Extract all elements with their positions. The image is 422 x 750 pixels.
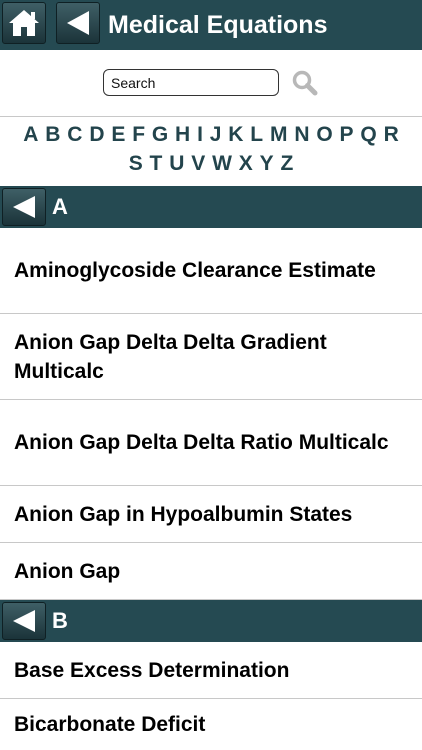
section-collapse-button[interactable] (2, 188, 46, 226)
section-collapse-button[interactable] (2, 602, 46, 640)
item-label: Anion Gap Delta Delta Gradient Multicalc (14, 330, 327, 383)
index-letter-e[interactable]: E (111, 123, 126, 147)
index-letter-f[interactable]: F (132, 123, 146, 147)
list-item[interactable]: Base Excess Determination (0, 642, 422, 699)
list-item[interactable]: Aminoglycoside Clearance Estimate (0, 228, 422, 314)
index-letter-j[interactable]: J (209, 123, 222, 147)
search-icon[interactable] (292, 70, 318, 96)
index-letter-h[interactable]: H (175, 123, 191, 147)
section-header-a: A (0, 186, 422, 228)
index-letter-d[interactable]: D (89, 123, 105, 147)
index-letter-b[interactable]: B (45, 123, 61, 147)
index-letter-z[interactable]: Z (280, 152, 294, 176)
list-item[interactable]: Anion Gap in Hypoalbumin States (0, 486, 422, 543)
item-label: Anion Gap Delta Delta Ratio Multicalc (14, 431, 389, 454)
list-item[interactable]: Bicarbonate Deficit (0, 699, 422, 750)
index-letter-k[interactable]: K (228, 123, 244, 147)
list-item[interactable]: Anion Gap Delta Delta Ratio Multicalc (0, 400, 422, 486)
item-label: Bicarbonate Deficit (14, 713, 206, 736)
list-item[interactable]: Anion Gap (0, 543, 422, 600)
page-title: Medical Equations (108, 11, 328, 39)
index-letter-g[interactable]: G (151, 123, 168, 147)
back-button[interactable] (56, 2, 100, 44)
section-letter: B (52, 608, 68, 633)
item-label: Anion Gap (14, 559, 121, 583)
index-letter-m[interactable]: M (269, 123, 288, 147)
index-letter-y[interactable]: Y (259, 152, 274, 176)
search-bar (0, 50, 422, 116)
index-letter-n[interactable]: N (294, 123, 310, 147)
top-nav-bar: Medical Equations (0, 0, 422, 50)
index-letter-s[interactable]: S (128, 152, 143, 176)
item-label: Anion Gap in Hypoalbumin States (14, 502, 353, 526)
item-label: Base Excess Determination (14, 658, 290, 682)
index-letter-q[interactable]: Q (360, 123, 377, 147)
index-letter-r[interactable]: R (383, 123, 399, 147)
index-letter-o[interactable]: O (316, 123, 333, 147)
index-letter-u[interactable]: U (169, 152, 185, 176)
index-letter-v[interactable]: V (191, 152, 206, 176)
index-letter-t[interactable]: T (149, 152, 163, 176)
item-label: Aminoglycoside Clearance Estimate (14, 259, 376, 282)
index-letter-i[interactable]: I (197, 123, 204, 147)
search-input[interactable] (103, 69, 279, 96)
alphabet-index-row-1: A B C D E F G H I J K L M N O P Q R (0, 123, 422, 147)
home-button[interactable] (2, 2, 46, 44)
index-letter-p[interactable]: P (339, 123, 354, 147)
section-header-b: B (0, 600, 422, 642)
index-letter-c[interactable]: C (67, 123, 83, 147)
index-letter-w[interactable]: W (212, 152, 233, 176)
index-letter-a[interactable]: A (23, 123, 39, 147)
list-item[interactable]: Anion Gap Delta Delta Gradient Multicalc (0, 314, 422, 400)
divider (0, 116, 422, 117)
index-letter-x[interactable]: X (238, 152, 253, 176)
index-letter-l[interactable]: L (250, 123, 264, 147)
alphabet-index-row-2: S T U V W X Y Z (0, 152, 422, 176)
section-letter: A (52, 194, 68, 219)
